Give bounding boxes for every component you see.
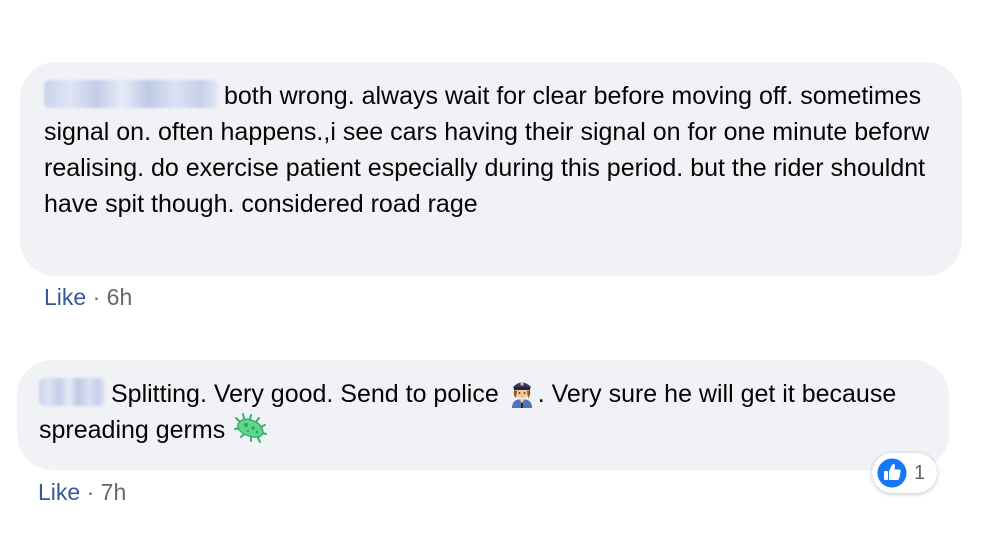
- comment-meta-2: Like · 7h: [38, 479, 126, 506]
- comment-bubble-1: both wrong. always wait for clear before…: [20, 62, 962, 276]
- like-button[interactable]: Like: [38, 479, 80, 505]
- like-thumb-icon: [876, 457, 908, 489]
- comment-timestamp[interactable]: 6h: [107, 284, 133, 310]
- like-button[interactable]: Like: [44, 284, 86, 310]
- comment-text-1: both wrong. always wait for clear before…: [44, 78, 938, 222]
- reaction-badge[interactable]: 1: [872, 453, 938, 493]
- comment-text-2: Splitting. Very good. Send to police . V…: [39, 376, 927, 448]
- comment-body-part1: Splitting. Very good. Send to police: [111, 380, 499, 408]
- blurred-author-name[interactable]: [39, 378, 105, 406]
- meta-separator: ·: [80, 479, 101, 505]
- comment-timestamp[interactable]: 7h: [101, 479, 127, 505]
- police-officer-woman-icon: [511, 382, 532, 408]
- blurred-author-name[interactable]: [44, 80, 218, 108]
- meta-separator: ·: [86, 284, 107, 310]
- microbe-icon: [234, 413, 268, 443]
- reaction-count: 1: [914, 461, 926, 484]
- comment-bubble-2: Splitting. Very good. Send to police . V…: [17, 360, 949, 470]
- comment-meta-1: Like · 6h: [44, 284, 132, 311]
